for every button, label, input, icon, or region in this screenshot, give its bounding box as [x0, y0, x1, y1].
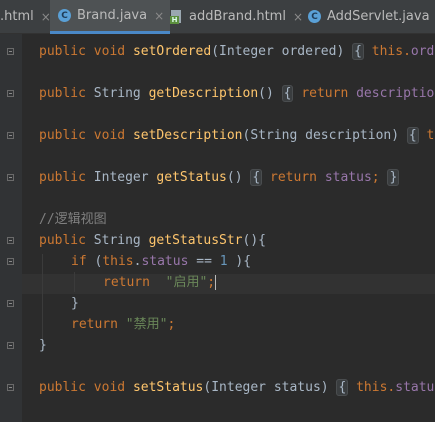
text-caret	[215, 275, 217, 290]
code-line-close-method[interactable]: }	[39, 337, 47, 355]
fold-icon[interactable]	[7, 300, 14, 307]
html-file-icon: H	[170, 9, 183, 24]
code-line-setordered[interactable]: public void setOrdered(Integer ordered) …	[39, 43, 434, 61]
close-icon[interactable]: ×	[154, 9, 164, 23]
indent-guide	[42, 254, 43, 350]
code-line-return-enabled[interactable]: return "启用";	[103, 274, 217, 292]
code-line-getstatus[interactable]: public Integer getStatus() { return stat…	[39, 169, 400, 187]
tab-label: .html	[0, 9, 34, 24]
fold-icon[interactable]	[7, 342, 14, 349]
fold-icon[interactable]	[7, 237, 14, 244]
fold-icon[interactable]	[7, 90, 14, 97]
editor-tab-bar: .html × C Brand.java × H addBrand.html ×…	[0, 0, 435, 34]
tab-label: AddServlet.java	[327, 9, 430, 24]
code-line-getdescription[interactable]: public String getDescription() { return …	[39, 85, 434, 103]
fold-icon[interactable]	[7, 258, 14, 265]
current-line-highlight	[22, 274, 435, 294]
code-line-setdescription[interactable]: public void setDescription(String descri…	[39, 127, 434, 145]
tab-addbrand-html[interactable]: H addBrand.html ×	[170, 0, 303, 33]
code-line-getstatusstr[interactable]: public String getStatusStr(){	[39, 232, 266, 250]
fold-icon[interactable]	[7, 174, 14, 181]
tab-addservlet-java[interactable]: C AddServlet.java ×	[308, 0, 435, 33]
fold-icon[interactable]	[7, 48, 14, 55]
java-class-icon: C	[308, 10, 321, 23]
editor-gutter	[0, 34, 22, 422]
code-line-return-disabled[interactable]: return "禁用";	[71, 316, 175, 334]
code-comment[interactable]: //逻辑视图	[39, 211, 107, 229]
tab-label: Brand.java	[77, 8, 148, 23]
tab-html-file[interactable]: .html ×	[0, 0, 51, 33]
java-class-icon: C	[58, 9, 71, 22]
tab-label: addBrand.html	[189, 9, 286, 24]
close-icon[interactable]: ×	[293, 10, 303, 24]
fold-icon[interactable]	[7, 132, 14, 139]
tab-brand-java[interactable]: C Brand.java ×	[50, 0, 171, 34]
indent-guide	[74, 272, 75, 292]
code-line-close-if[interactable]: }	[71, 295, 79, 313]
code-line-setstatus[interactable]: public void setStatus(Integer status) { …	[39, 379, 434, 397]
code-line-if[interactable]: if (this.status == 1 ){	[71, 253, 251, 271]
fold-icon[interactable]	[7, 384, 14, 391]
